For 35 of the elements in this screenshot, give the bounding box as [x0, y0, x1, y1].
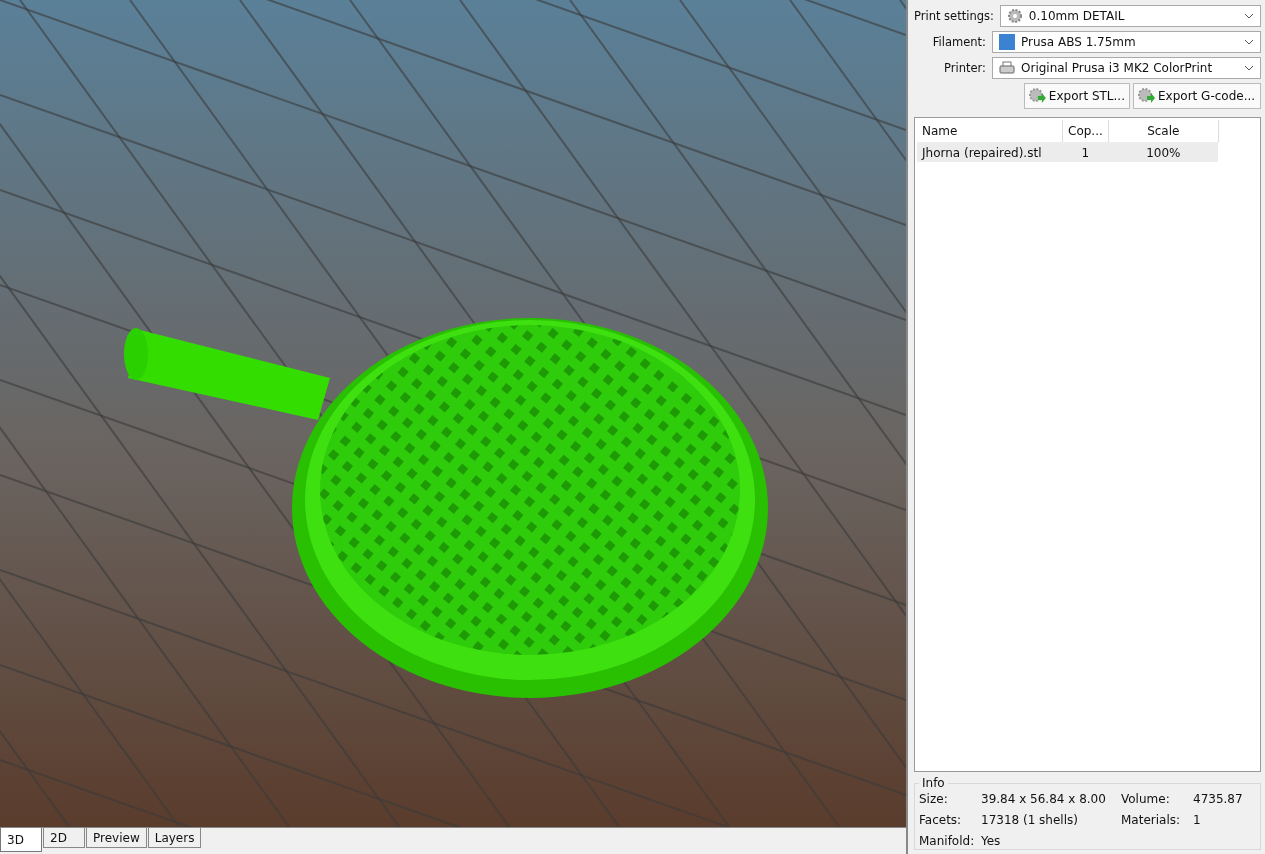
view-tab[interactable]: 3D: [0, 828, 42, 853]
info-value: 17318 (1 shells): [981, 813, 1079, 827]
settings-dropdown[interactable]: Original Prusa i3 MK2 ColorPrint: [992, 57, 1261, 79]
info-label: Materials:: [1121, 813, 1182, 827]
export-button[interactable]: Export STL...: [1024, 83, 1130, 109]
view-tab[interactable]: 2D: [43, 828, 85, 849]
export-button[interactable]: Export G-code...: [1133, 83, 1261, 109]
info-label: Volume:: [1121, 792, 1171, 806]
column-header[interactable]: Cop...: [1062, 120, 1109, 143]
chevron-icon: [1244, 13, 1254, 19]
info-value: 39.84 x 56.84 x 8.00: [981, 792, 1107, 806]
info-value: 1: [1193, 813, 1202, 827]
column-header[interactable]: Scale: [1108, 120, 1219, 143]
export-icon: [1029, 88, 1047, 104]
gear-icon: [1006, 8, 1023, 24]
setting-label: Filament:: [931, 35, 986, 49]
view-tab[interactable]: Layers: [147, 828, 202, 849]
settings-dropdown[interactable]: 0.10mm DETAIL: [999, 5, 1261, 27]
settings-dropdown[interactable]: Prusa ABS 1.75mm: [992, 31, 1261, 53]
printer-icon: [999, 61, 1015, 75]
column-header[interactable]: Name: [917, 120, 1063, 143]
setting-label: Printer:: [943, 61, 986, 75]
info-title: Info: [921, 776, 946, 790]
info-label: Facets:: [919, 813, 963, 827]
info-label: Manifold:: [919, 834, 976, 848]
table-cell: 100%: [1108, 142, 1219, 162]
view-tab[interactable]: Preview: [86, 828, 147, 849]
chevron-icon: [1244, 39, 1254, 45]
export-icon: [1138, 88, 1156, 104]
info-label: Size:: [919, 792, 949, 806]
info-value: 4735.87: [1193, 792, 1244, 806]
chevron-icon: [1244, 65, 1254, 71]
table-cell: Jhorna (repaired).stl: [917, 142, 1063, 162]
setting-label: Print settings:: [914, 9, 994, 23]
info-value: Yes: [981, 834, 1002, 848]
